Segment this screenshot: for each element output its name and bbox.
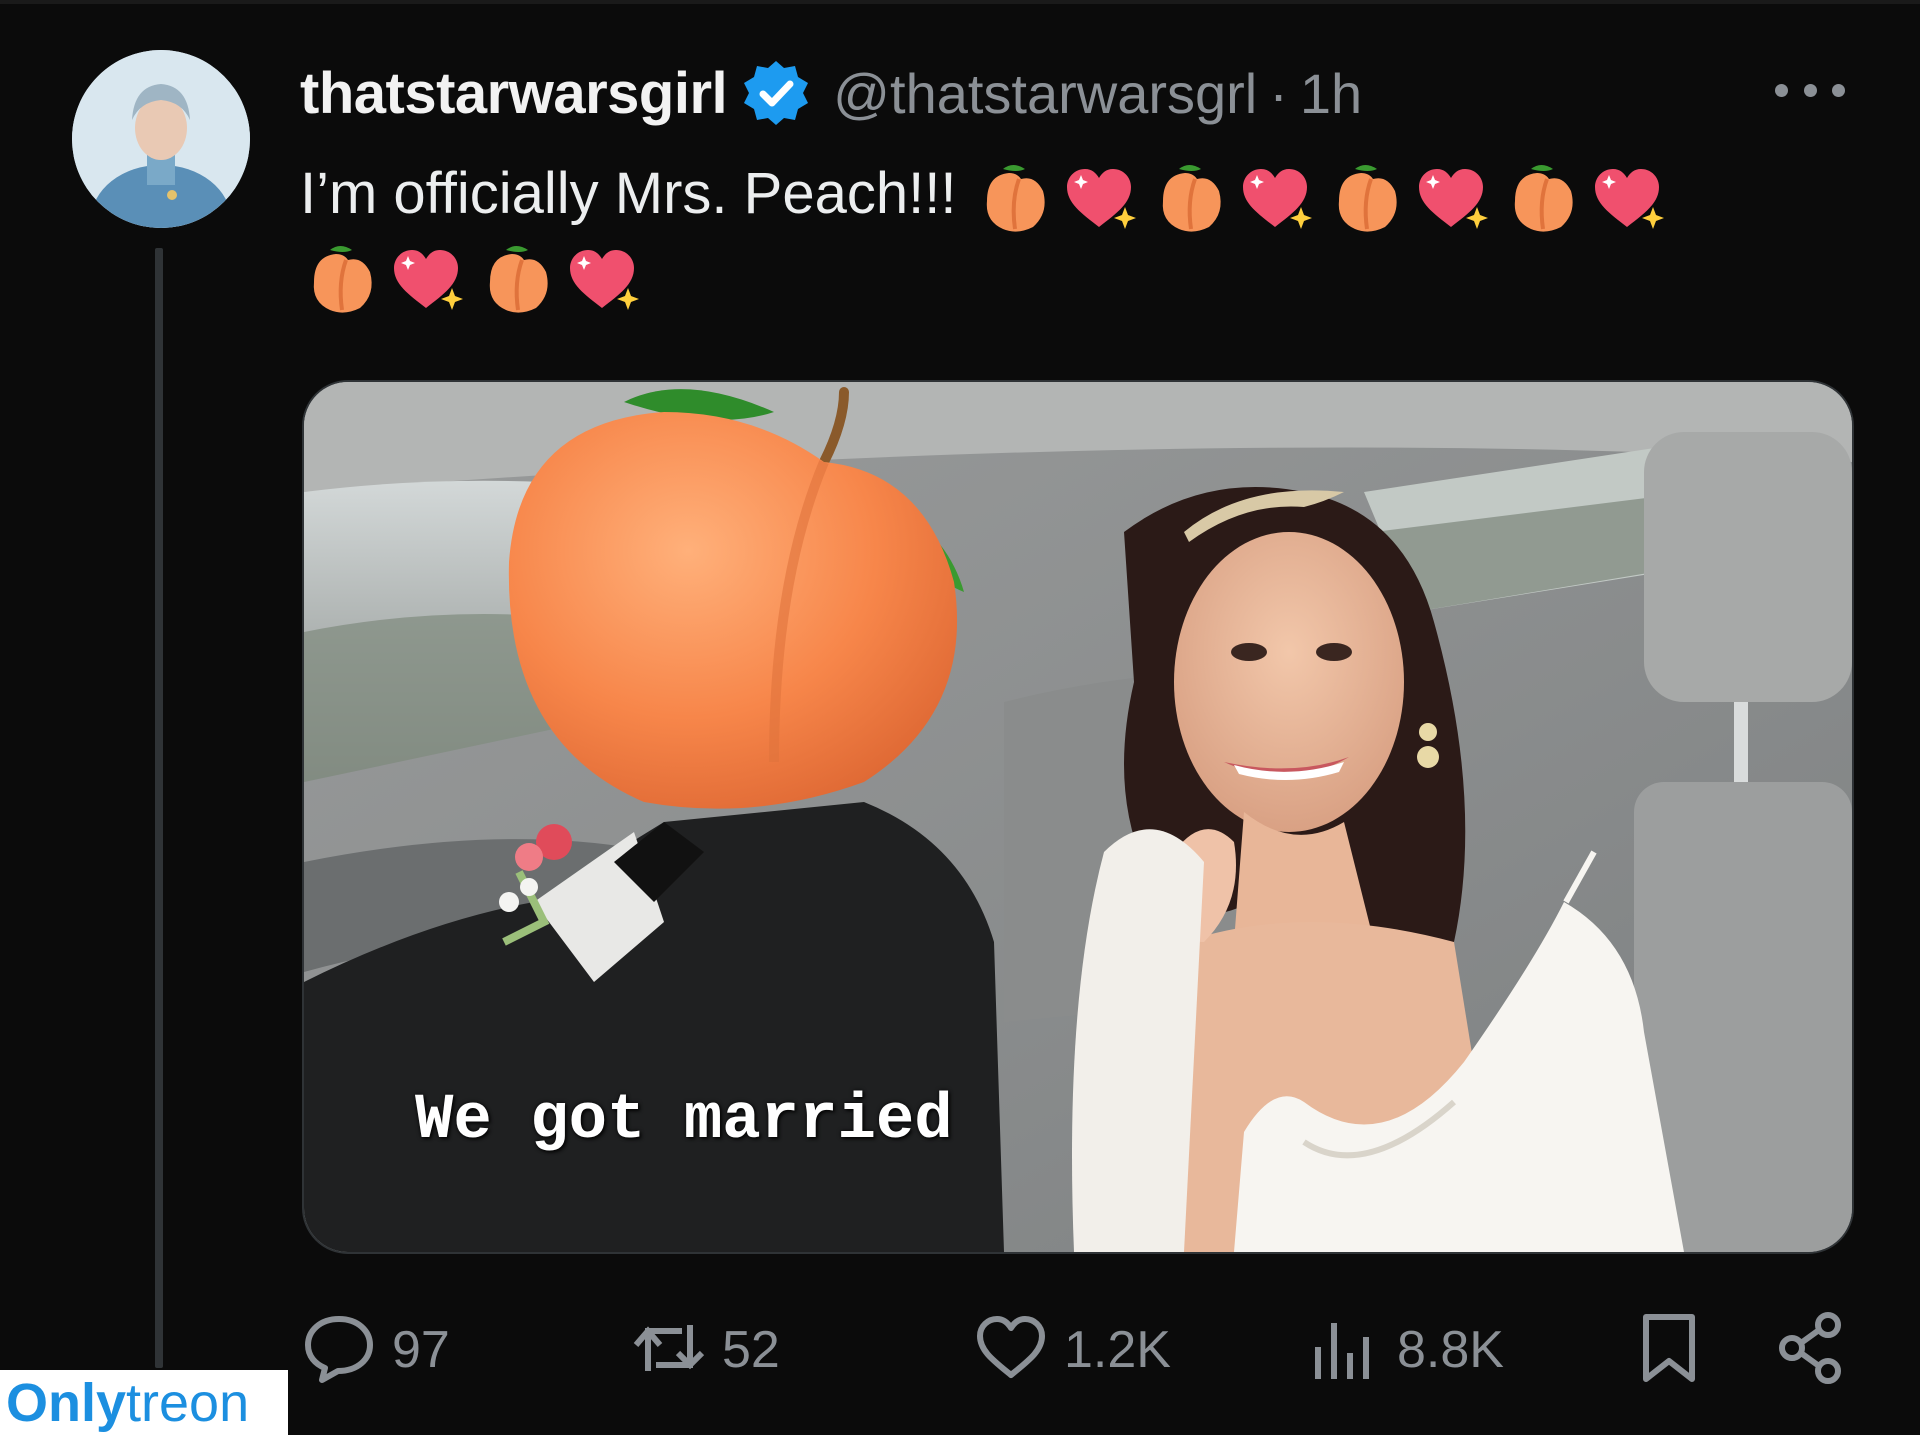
share-button[interactable] <box>1772 1305 1850 1395</box>
emoji-row-2 <box>300 238 652 320</box>
peach-emoji <box>973 157 1055 239</box>
bookmark-icon <box>1630 1309 1708 1392</box>
view-count: 8.8K <box>1397 1321 1504 1379</box>
sparkling-heart-emoji <box>388 238 470 320</box>
peach-emoji <box>1149 157 1231 239</box>
peach-emoji <box>1325 157 1407 239</box>
action-bar: 97 52 1.2K 8.8K <box>300 1305 1850 1395</box>
peach-emoji <box>300 238 382 320</box>
tweet-page: thatstarwarsgirl @thatstarwarsgrl · 1h I… <box>0 0 1920 1435</box>
like-button[interactable]: 1.2K <box>972 1305 1171 1395</box>
tweet-text: I’m officially Mrs. Peach!!! <box>300 150 1790 239</box>
sparkling-heart-emoji <box>1413 157 1495 239</box>
bar-chart-icon <box>1305 1309 1383 1392</box>
watermark-part2: treon <box>126 1372 250 1433</box>
more-dots-icon[interactable] <box>1775 70 1845 110</box>
views-button[interactable]: 8.8K <box>1305 1305 1504 1395</box>
verified-badge-icon <box>741 58 811 128</box>
peach-emoji <box>1501 157 1583 239</box>
bookmark-button[interactable] <box>1630 1305 1708 1395</box>
like-count: 1.2K <box>1064 1321 1171 1379</box>
tweet-text-content: I’m officially Mrs. Peach!!! <box>300 161 957 226</box>
speech-bubble-icon <box>300 1309 378 1392</box>
heart-icon <box>972 1309 1050 1392</box>
avatar[interactable] <box>72 50 250 228</box>
sparkling-heart-emoji <box>1237 157 1319 239</box>
tweet-header: thatstarwarsgirl @thatstarwarsgrl · 1h <box>300 58 1362 128</box>
sparkling-heart-emoji <box>1589 157 1671 239</box>
watermark-logo: Only treon <box>0 1370 288 1435</box>
emoji-row-1 <box>973 157 1677 239</box>
peach-emoji <box>476 238 558 320</box>
media-caption: We got married <box>415 1085 953 1157</box>
sparkling-heart-emoji <box>1061 157 1143 239</box>
timestamp[interactable]: 1h <box>1300 61 1362 126</box>
top-divider <box>0 0 1920 4</box>
separator-dot: · <box>1269 61 1288 125</box>
sparkling-heart-emoji <box>564 238 646 320</box>
share-icon <box>1772 1309 1850 1392</box>
reply-button[interactable]: 97 <box>300 1305 450 1395</box>
watermark-part1: Only <box>6 1372 127 1433</box>
display-name[interactable]: thatstarwarsgirl <box>300 60 728 127</box>
user-handle[interactable]: @thatstarwarsgrl <box>833 61 1257 126</box>
reply-count: 97 <box>392 1321 450 1379</box>
thread-line <box>155 248 163 1368</box>
repost-count: 52 <box>722 1321 780 1379</box>
repost-button[interactable]: 52 <box>630 1305 780 1395</box>
repost-arrows-icon <box>630 1309 708 1392</box>
